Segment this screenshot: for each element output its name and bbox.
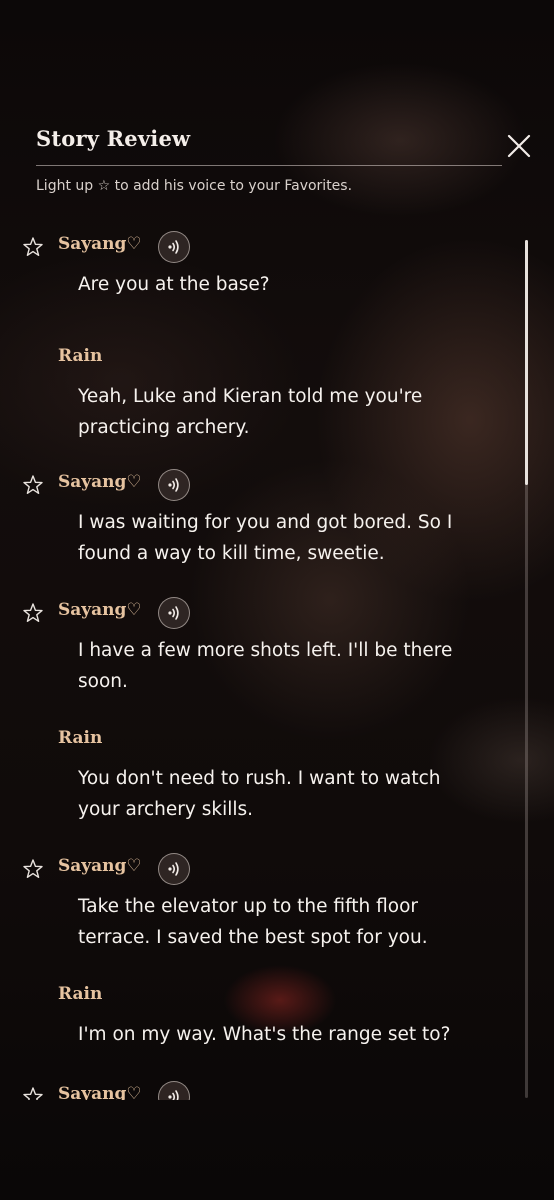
- star-outline-icon[interactable]: [22, 236, 44, 258]
- favorite-star-button[interactable]: [22, 1086, 44, 1100]
- speaker-name: Rain: [58, 728, 103, 748]
- voice-play-button[interactable]: [158, 853, 190, 885]
- dialogue-text: your archery skills.: [78, 798, 254, 820]
- voice-play-button[interactable]: [158, 231, 190, 263]
- dialogue-text: Yeah, Luke and Kieran told me you're: [78, 386, 423, 407]
- dialogue-text: terrace. I saved the best spot for you.: [78, 926, 428, 948]
- page-title: Story Review: [36, 126, 191, 151]
- speaker-name: Sayang♡: [58, 600, 142, 620]
- story-review-screen: Story Review Light up ☆ to add his voice…: [0, 0, 554, 1200]
- dialogue-text: Are you at the base?: [78, 274, 270, 295]
- star-outline-icon[interactable]: [22, 1086, 44, 1100]
- dialogue-text: I'm on my way. What's the range set to?: [78, 1024, 451, 1045]
- voice-play-icon[interactable]: [165, 476, 183, 494]
- voice-play-icon[interactable]: [165, 860, 183, 878]
- dialogue-text: practicing archery.: [78, 416, 250, 438]
- voice-play-icon[interactable]: [165, 1088, 183, 1100]
- favorite-star-button[interactable]: [22, 858, 44, 880]
- dialogue-text: soon.: [78, 670, 128, 692]
- close-icon[interactable]: [504, 131, 534, 161]
- speaker-name: Rain: [58, 346, 103, 366]
- dialogue-text: Take the elevator up to the fifth floor: [78, 896, 419, 917]
- dialogue-list[interactable]: Sayang♡ Are you at the base? Rain Yeah, Luk…: [0, 222, 554, 1100]
- speaker-name: Sayang♡: [58, 1084, 142, 1100]
- speaker-name: Rain: [58, 984, 103, 1004]
- scrollbar-thumb[interactable]: [525, 240, 528, 485]
- star-outline-icon[interactable]: [22, 474, 44, 496]
- voice-play-button[interactable]: [158, 1081, 190, 1100]
- favorite-star-button[interactable]: [22, 236, 44, 258]
- star-outline-icon[interactable]: [22, 602, 44, 624]
- header-divider: [36, 165, 502, 166]
- close-button[interactable]: [504, 131, 534, 161]
- dialogue-text: found a way to kill time, sweetie.: [78, 542, 385, 564]
- speaker-name: Sayang♡: [58, 472, 142, 492]
- dialogue-text: I have a few more shots left. I'll be th…: [78, 640, 453, 661]
- speaker-name: Sayang♡: [58, 234, 142, 254]
- voice-play-icon[interactable]: [165, 238, 183, 256]
- speaker-name: Sayang♡: [58, 856, 142, 876]
- favorite-star-button[interactable]: [22, 474, 44, 496]
- dialogue-text: I was waiting for you and got bored. So …: [78, 512, 453, 533]
- star-outline-icon[interactable]: [22, 858, 44, 880]
- dialogue-text: You don't need to rush. I want to watch: [78, 768, 441, 789]
- voice-play-button[interactable]: [158, 597, 190, 629]
- voice-play-button[interactable]: [158, 469, 190, 501]
- favorites-hint: Light up ☆ to add his voice to your Favo…: [36, 178, 353, 194]
- favorite-star-button[interactable]: [22, 602, 44, 624]
- voice-play-icon[interactable]: [165, 604, 183, 622]
